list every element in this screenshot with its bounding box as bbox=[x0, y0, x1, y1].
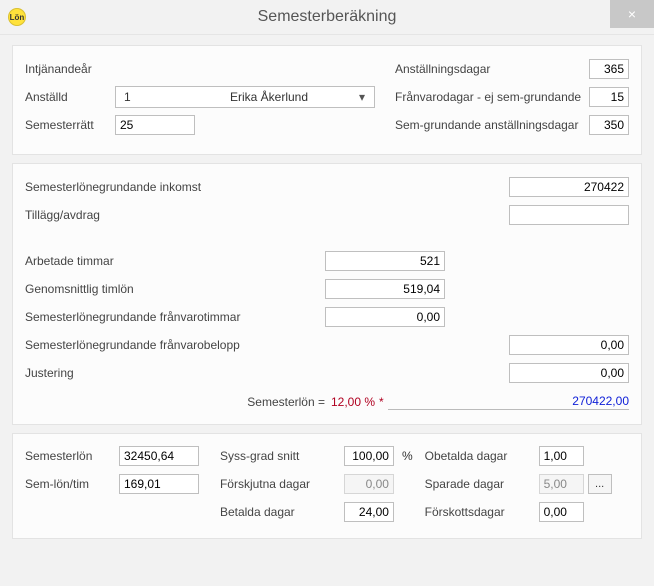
client-area: Intjänandeår Anställd 1 Erika Åkerlund ▾… bbox=[0, 35, 654, 557]
input-semesterlon[interactable] bbox=[119, 446, 199, 466]
label-anstallningsdagar: Anställningsdagar bbox=[395, 62, 589, 76]
label-intjanandear: Intjänandeår bbox=[25, 62, 115, 76]
label-sparade: Sparade dagar bbox=[425, 477, 535, 491]
input-anstallningsdagar[interactable] bbox=[589, 59, 629, 79]
close-button[interactable]: × bbox=[610, 0, 654, 28]
titlebar: Lön Semesterberäkning × bbox=[0, 0, 654, 35]
input-forskotts[interactable] bbox=[539, 502, 584, 522]
label-obetalda: Obetalda dagar bbox=[425, 449, 535, 463]
label-syssgrad: Syss-grad snitt bbox=[220, 449, 340, 463]
label-franvarobel: Semesterlönegrundande frånvarobelopp bbox=[25, 338, 325, 352]
input-sparade bbox=[539, 474, 584, 494]
close-icon: × bbox=[628, 6, 636, 22]
calc-row: Semesterlön = 12,00 % * 270422,00 bbox=[25, 394, 629, 410]
label-percent-sign: % bbox=[402, 449, 413, 463]
input-sloneg-inkomst[interactable] bbox=[509, 177, 629, 197]
input-tillagg[interactable] bbox=[509, 205, 629, 225]
input-justering[interactable] bbox=[509, 363, 629, 383]
input-obetalda[interactable] bbox=[539, 446, 584, 466]
button-sparade-more[interactable]: ... bbox=[588, 474, 612, 494]
label-justering: Justering bbox=[25, 366, 325, 380]
app-icon: Lön bbox=[8, 8, 26, 26]
panel-middle: Semesterlönegrundande inkomst Tillägg/av… bbox=[12, 163, 642, 425]
label-semlontim: Sem-lön/tim bbox=[25, 477, 115, 491]
input-semesterratt[interactable] bbox=[115, 115, 195, 135]
input-franvarodagar[interactable] bbox=[589, 87, 629, 107]
value-calc-star: * bbox=[379, 395, 384, 409]
label-semgr-anst: Sem-grundande anställningsdagar bbox=[395, 118, 589, 132]
label-anstalld: Anställd bbox=[25, 90, 115, 104]
label-semesterratt: Semesterrätt bbox=[25, 118, 115, 132]
label-semesterlon: Semesterlön bbox=[25, 449, 115, 463]
value-calc-pct: 12,00 % bbox=[331, 395, 375, 409]
input-syssgrad[interactable] bbox=[344, 446, 394, 466]
label-semesterlon-calc: Semesterlön = bbox=[25, 395, 331, 409]
label-sloneg-inkomst: Semesterlönegrundande inkomst bbox=[25, 180, 325, 194]
label-franvarotim: Semesterlönegrundande frånvarotimmar bbox=[25, 310, 325, 324]
dropdown-anstalld-name: Erika Åkerlund bbox=[184, 90, 354, 104]
input-semlontim[interactable] bbox=[119, 474, 199, 494]
input-franvarobel[interactable] bbox=[509, 335, 629, 355]
panel-bottom: Semesterlön Sem-lön/tim Syss-grad snitt … bbox=[12, 433, 642, 539]
input-semgr-anst[interactable] bbox=[589, 115, 629, 135]
input-betalda[interactable] bbox=[344, 502, 394, 522]
label-tillagg: Tillägg/avdrag bbox=[25, 208, 325, 222]
label-franvarodagar: Frånvarodagar - ej sem-grundande bbox=[395, 90, 589, 104]
window-title: Semesterberäkning bbox=[0, 8, 654, 26]
input-snittlon[interactable] bbox=[325, 279, 445, 299]
label-arbetade: Arbetade timmar bbox=[25, 254, 325, 268]
input-forskjutna bbox=[344, 474, 394, 494]
dropdown-anstalld-id: 1 bbox=[124, 90, 184, 104]
value-calc-result: 270422,00 bbox=[388, 394, 629, 410]
dropdown-anstalld[interactable]: 1 Erika Åkerlund ▾ bbox=[115, 86, 375, 108]
label-forskotts: Förskottsdagar bbox=[425, 505, 535, 519]
label-betalda: Betalda dagar bbox=[220, 505, 340, 519]
input-franvarotim[interactable] bbox=[325, 307, 445, 327]
label-forskjutna: Förskjutna dagar bbox=[220, 477, 340, 491]
label-snittlon: Genomsnittlig timlön bbox=[25, 282, 325, 296]
panel-top: Intjänandeår Anställd 1 Erika Åkerlund ▾… bbox=[12, 45, 642, 155]
input-arbetade[interactable] bbox=[325, 251, 445, 271]
chevron-down-icon: ▾ bbox=[354, 90, 370, 104]
window-root: Lön Semesterberäkning × Intjänandeår Ans… bbox=[0, 0, 654, 586]
